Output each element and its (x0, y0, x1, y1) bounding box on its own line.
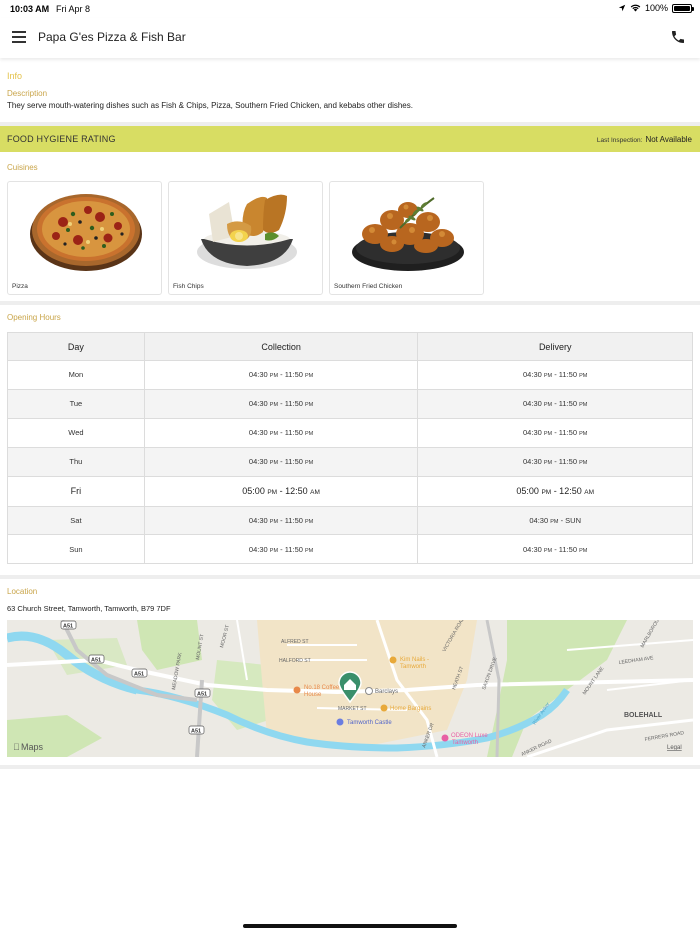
svg-text:Tamworth Castle: Tamworth Castle (347, 720, 392, 726)
opening-hours-table: Day Collection Delivery Mon 04:30 PM - 1… (7, 332, 693, 565)
cuisines-label: Cuisines (7, 163, 38, 172)
status-time: 10:03 AM (10, 4, 50, 14)
svg-text:A51: A51 (91, 658, 101, 664)
fish-and-chips-image (197, 194, 297, 269)
delivery-hours: 04:30 PM - 11:50 PM (417, 360, 693, 390)
table-row: Tue 04:30 PM - 11:50 PM 04:30 PM - 11:50… (7, 388, 693, 419)
svg-text:A51: A51 (197, 692, 207, 698)
delivery-hours: 04:30 PM - 11:50 PM (417, 446, 693, 477)
svg-text:No.18 Coffee: No.18 Coffee (304, 685, 340, 691)
phone-icon[interactable] (670, 29, 686, 45)
description-label: Description (7, 89, 48, 98)
location-label: Location (7, 587, 38, 596)
last-inspection-label: Last Inspection: (596, 137, 643, 144)
svg-text:Maps: Maps (21, 742, 44, 752)
last-inspection: Last Inspection: Not Available (597, 135, 692, 144)
collection-hours: 04:30 PM - 11:50 PM (143, 534, 419, 565)
svg-text:MARKET ST: MARKET ST (338, 706, 367, 712)
day-cell: Sun (7, 534, 145, 565)
svg-text:A51: A51 (63, 624, 73, 630)
table-row: Thu 04:30 PM - 11:50 PM 04:30 PM - 11:50… (7, 446, 693, 477)
cuisine-card-fish-chips[interactable]: Fish Chips (168, 181, 323, 295)
status-bar: 10:03 AM Fri Apr 8 100% (0, 0, 700, 18)
battery-percent: 100% (644, 3, 668, 13)
day-cell: Mon (7, 360, 145, 390)
header-delivery: Delivery (417, 332, 693, 361)
section-divider (0, 765, 700, 769)
svg-text:Tamworth: Tamworth (400, 664, 426, 670)
opening-hours-label: Opening Hours (7, 313, 61, 322)
battery-icon (672, 3, 694, 13)
header-collection: Collection (143, 332, 419, 361)
svg-text:Tamworth: Tamworth (452, 740, 478, 746)
description-text: They serve mouth-watering dishes such as… (7, 101, 413, 110)
location-map[interactable]: A51 A51 A51 A51 A51 ALFRED ST HALFORD ST… (7, 620, 693, 757)
delivery-hours: 05:00 PM - 12:50 AM (417, 475, 693, 507)
navigation-bar: Papa G'es Pizza & Fish Bar (0, 18, 700, 58)
section-divider (0, 301, 700, 305)
pizza-image (30, 194, 142, 271)
cuisine-name: Fish Chips (173, 283, 204, 290)
cuisine-card-pizza[interactable]: Pizza (7, 181, 162, 295)
status-right: 100% (618, 3, 694, 13)
hamburger-menu-icon[interactable] (12, 31, 26, 43)
collection-hours: 04:30 PM - 11:50 PM (143, 505, 419, 536)
svg-text:HALFORD ST: HALFORD ST (279, 658, 311, 664)
svg-text:A51: A51 (134, 672, 144, 678)
svg-text:Barclays: Barclays (375, 689, 398, 695)
svg-text::  (13, 742, 20, 752)
status-date: Fri Apr 8 (56, 4, 91, 14)
svg-text:House: House (304, 692, 322, 698)
svg-text:Legal: Legal (667, 745, 682, 751)
collection-hours: 04:30 PM - 11:50 PM (143, 360, 419, 390)
table-row: Sun 04:30 PM - 11:50 PM 04:30 PM - 11:50… (7, 534, 693, 565)
svg-text:ODEON Luxe: ODEON Luxe (451, 733, 488, 739)
cuisine-card-southern-fried-chicken[interactable]: Southern Fried Chicken (329, 181, 484, 295)
svg-text:Home Bargains: Home Bargains (390, 706, 431, 712)
delivery-hours: 04:30 PM - 11:50 PM (417, 417, 693, 448)
day-cell: Wed (7, 417, 145, 448)
collection-hours: 04:30 PM - 11:50 PM (143, 417, 419, 448)
svg-text:ALFRED ST: ALFRED ST (281, 639, 309, 645)
delivery-hours: 04:30 PM - 11:50 PM (417, 534, 693, 565)
cuisine-name: Pizza (12, 283, 28, 290)
svg-text:BOLEHALL: BOLEHALL (624, 712, 663, 719)
fried-chicken-image (352, 197, 464, 271)
section-divider (0, 575, 700, 579)
table-row: Wed 04:30 PM - 11:50 PM 04:30 PM - 11:50… (7, 417, 693, 448)
table-row: Sat 04:30 PM - 11:50 PM 04:30 PM - SUN (7, 505, 693, 536)
collection-hours: 04:30 PM - 11:50 PM (143, 388, 419, 419)
day-cell: Sat (7, 505, 145, 536)
food-hygiene-banner: FOOD HYGIENE RATING Last Inspection: Not … (0, 126, 700, 152)
address-text: 63 Church Street, Tamworth, Tamworth, B7… (7, 604, 171, 613)
info-title: Info (7, 71, 23, 81)
hygiene-title: FOOD HYGIENE RATING (7, 134, 116, 144)
delivery-hours: 04:30 PM - 11:50 PM (417, 388, 693, 419)
home-indicator[interactable] (243, 924, 457, 928)
location-arrow-icon (618, 4, 626, 12)
cuisine-name: Southern Fried Chicken (334, 283, 403, 290)
table-header-row: Day Collection Delivery (7, 332, 693, 361)
header-day: Day (7, 332, 145, 361)
collection-hours: 05:00 PM - 12:50 AM (143, 475, 419, 507)
table-row: Mon 04:30 PM - 11:50 PM 04:30 PM - 11:50… (7, 360, 693, 390)
page-title: Papa G'es Pizza & Fish Bar (38, 30, 186, 44)
table-row-today: Fri 05:00 PM - 12:50 AM 05:00 PM - 12:50… (7, 475, 693, 507)
day-cell: Tue (7, 388, 145, 419)
day-cell: Fri (7, 475, 145, 507)
wifi-icon (630, 4, 641, 12)
day-cell: Thu (7, 446, 145, 477)
delivery-hours: 04:30 PM - SUN (417, 505, 693, 536)
last-inspection-value: Not Available (645, 135, 692, 144)
collection-hours: 04:30 PM - 11:50 PM (143, 446, 419, 477)
svg-text:A51: A51 (191, 729, 201, 735)
svg-text:Kim Nails -: Kim Nails - (400, 657, 429, 663)
